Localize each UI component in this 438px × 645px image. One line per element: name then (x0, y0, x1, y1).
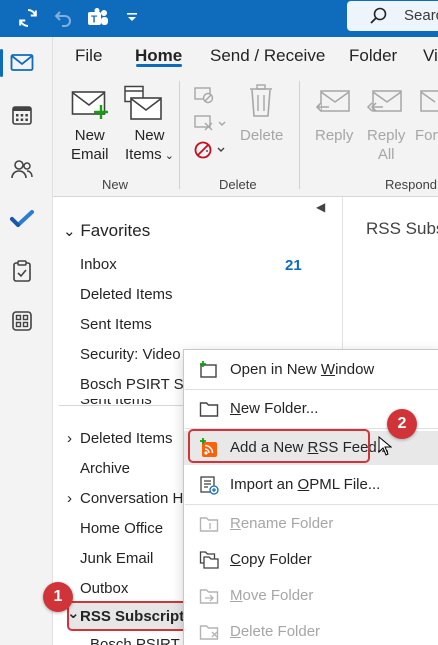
apps-icon[interactable] (8, 307, 36, 335)
folder-outbox[interactable]: Outbox (80, 580, 128, 597)
cleanup-icon (193, 113, 227, 138)
chevron-right-icon[interactable]: › (67, 490, 72, 507)
group-label-respond: Respond (385, 177, 438, 192)
folder-sent-items-partial[interactable]: Sent Items (80, 399, 152, 409)
delete-icon (247, 83, 275, 124)
step-badge-2: 2 (387, 409, 417, 439)
menu-rename-folder[interactable]: Rename Folder (184, 507, 438, 541)
group-separator (179, 81, 180, 189)
checkmark-icon[interactable] (8, 205, 36, 233)
rename-folder-icon (199, 514, 219, 534)
junk-icon[interactable] (193, 139, 227, 166)
delete-button-label: Delete (240, 127, 284, 144)
sync-icon[interactable] (14, 4, 42, 32)
mail-icon[interactable] (8, 49, 36, 77)
new-items-icon (123, 85, 165, 128)
ribbon: New Email New Items ⌄ New Delete Delete … (53, 73, 438, 197)
outlook-window: T Search (0, 0, 438, 645)
delete-folder-icon (199, 622, 219, 642)
folder-bosch-psirt[interactable]: Bosch PSIRT Sec (80, 376, 200, 393)
svg-text:T: T (91, 15, 97, 26)
reply-button-label: Reply (315, 127, 354, 144)
folder-bosch-psirt-partial[interactable]: Bosch PSIRT S (90, 636, 194, 645)
group-label-new: New (102, 177, 129, 192)
search-icon (369, 6, 389, 31)
customize-toolbar-icon[interactable] (118, 4, 146, 32)
menu-import-opml[interactable]: Import an OPML File... (184, 468, 438, 502)
clipboard-icon[interactable] (8, 257, 36, 285)
new-email-button[interactable] (67, 85, 111, 125)
favorites-header[interactable]: ⌄ Favorites (63, 221, 150, 241)
folder-title: RSS Subsc (366, 219, 438, 238)
menu-open-new-window[interactable]: Open in New Window (184, 353, 438, 387)
ignore-icon (193, 85, 215, 110)
reply-all-icon (365, 87, 405, 122)
chevron-down-icon: ⌄ (63, 223, 76, 240)
folder-rss-subscriptions[interactable]: ⌄ RSS Subscriptio (67, 605, 198, 625)
new-items-label[interactable]: New Items ⌄ (125, 126, 174, 166)
chevron-down-icon: ⌄ (161, 150, 174, 162)
calendar-icon[interactable] (8, 101, 36, 129)
new-email-label[interactable]: New Email (71, 126, 109, 164)
mouse-cursor-icon (378, 435, 393, 456)
menu-move-folder[interactable]: Move Folder (184, 579, 438, 613)
teams-icon[interactable]: T (84, 4, 112, 32)
search-box[interactable]: Search (347, 1, 438, 31)
tab-send-receive[interactable]: Send / Receive (210, 46, 325, 66)
reply-icon (313, 87, 353, 122)
active-tab-underline (136, 64, 182, 67)
import-opml-icon (199, 475, 219, 495)
ribbon-tabs: File Home Send / Receive Folder Vi (53, 37, 438, 73)
tab-file[interactable]: File (75, 46, 102, 66)
move-folder-icon (199, 586, 219, 606)
copy-folder-icon (199, 550, 219, 570)
title-bar: T Search (0, 0, 438, 37)
active-indicator (0, 49, 3, 77)
new-items-button[interactable] (121, 83, 165, 125)
chevron-right-icon[interactable]: › (67, 430, 72, 447)
folder-security-video[interactable]: Security: Video (80, 346, 181, 363)
menu-copy-folder[interactable]: Copy Folder (184, 543, 438, 577)
tab-home[interactable]: Home (135, 46, 182, 66)
folder-icon (199, 399, 219, 419)
menu-separator (185, 389, 438, 390)
tab-folder[interactable]: Folder (349, 46, 397, 66)
group-label-delete: Delete (219, 177, 257, 192)
folder-inbox[interactable]: Inbox (80, 256, 117, 273)
unread-count: 21 (285, 257, 302, 274)
folder-sent-items[interactable]: Sent Items (80, 316, 152, 333)
people-icon[interactable] (8, 155, 36, 183)
tab-view[interactable]: Vi (423, 46, 438, 66)
step-badge-1: 1 (43, 582, 73, 612)
undo-icon[interactable] (48, 4, 76, 32)
folder-home-office[interactable]: Home Office (80, 520, 163, 537)
context-menu: Open in New Window New Folder... Add a N… (183, 349, 438, 645)
forward-icon (419, 87, 438, 122)
forward-button-label: Forw (415, 127, 438, 144)
collapse-pane-icon[interactable]: ◀ (316, 200, 325, 214)
open-window-icon (199, 360, 219, 380)
new-email-icon (71, 87, 111, 126)
menu-separator (185, 504, 438, 505)
app-rail (0, 37, 53, 645)
folder-archive[interactable]: Archive (80, 460, 130, 477)
add-rss-feed-highlight (188, 429, 370, 463)
folder-conversation-history[interactable]: › Conversation Hi (67, 490, 187, 507)
folder-deleted-items[interactable]: Deleted Items (80, 286, 173, 303)
reply-all-button-label: Reply All (367, 127, 406, 163)
folder-deleted-items-tree[interactable]: › Deleted Items (67, 430, 173, 447)
group-separator (299, 81, 300, 189)
search-placeholder: Search (404, 7, 438, 24)
menu-delete-folder[interactable]: Delete Folder (184, 615, 438, 645)
folder-junk-email[interactable]: Junk Email (80, 550, 153, 567)
